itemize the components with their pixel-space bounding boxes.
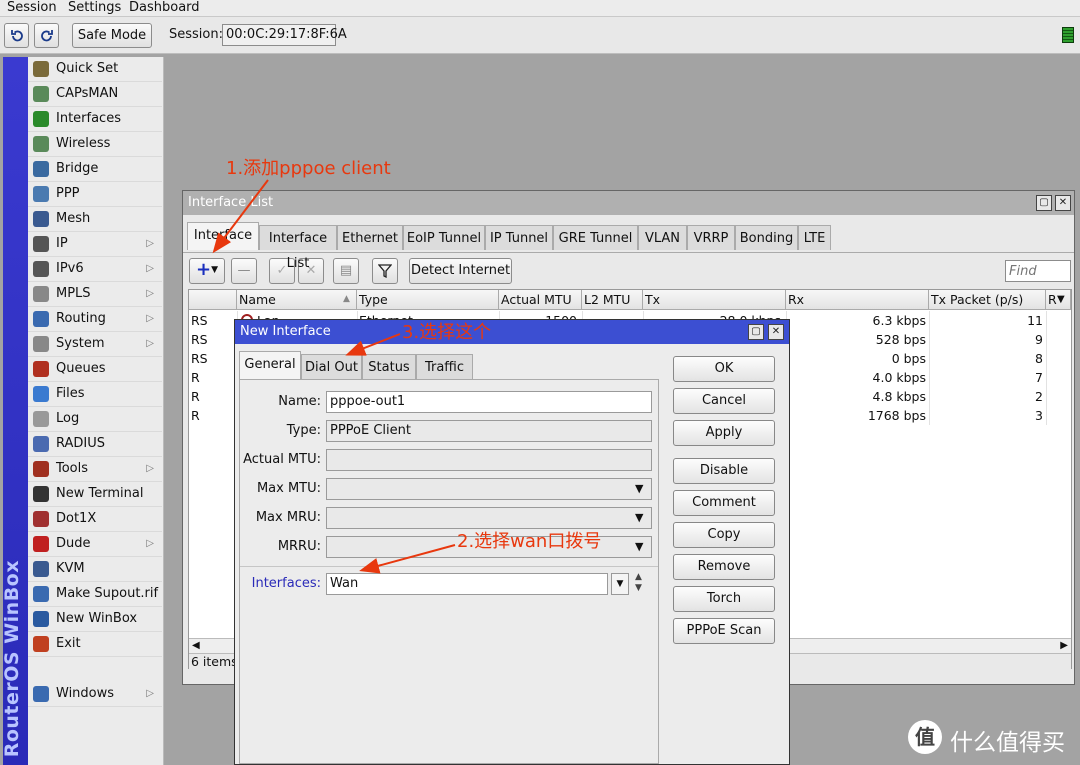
annotation-step1: 1.添加pppoe client — [226, 158, 391, 179]
annotation-step3: 3.选择这个 — [402, 322, 492, 343]
watermark-text: 什么值得买 — [950, 730, 1065, 756]
watermark-logo-icon: 值 — [908, 720, 942, 754]
annotation-arrows — [212, 179, 456, 574]
arrow-wan — [359, 544, 456, 574]
annotation-step2: 2.选择wan口拨号 — [457, 531, 602, 552]
arrow-dialout — [345, 333, 401, 356]
arrow-add — [212, 179, 269, 254]
